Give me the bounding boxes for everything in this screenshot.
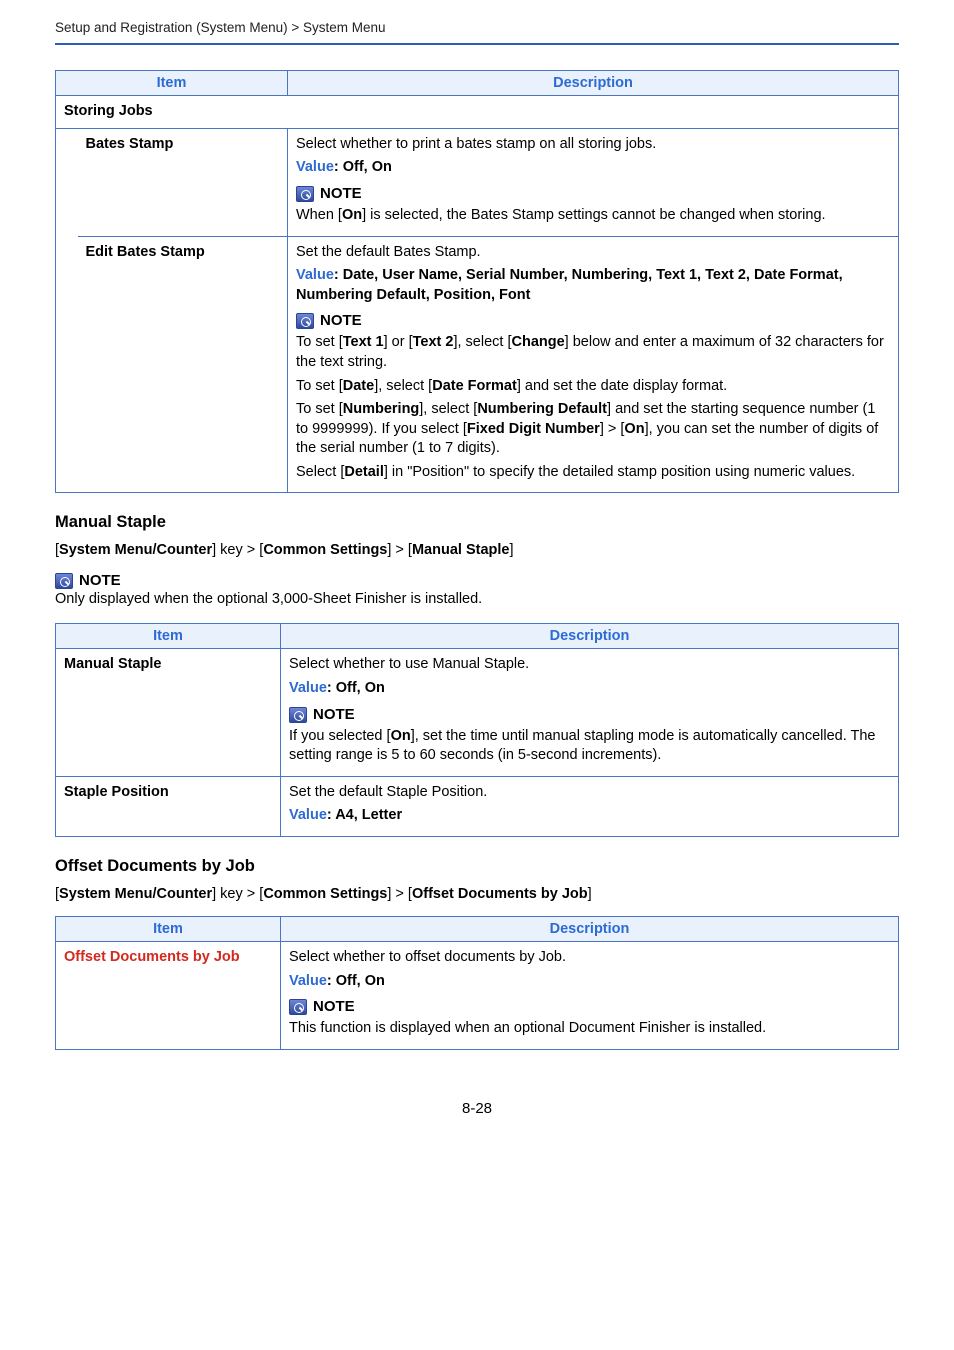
table-offset: Item Description Offset Documents by Job… — [55, 916, 899, 1050]
item-edit-bates-stamp: Edit Bates Stamp — [78, 236, 288, 493]
text: ] — [509, 542, 513, 558]
nav-path-manual-staple: [System Menu/Counter] key > [Common Sett… — [55, 542, 899, 558]
text: ] key > [ — [212, 886, 263, 902]
text-bold: Fixed Digit Number — [467, 421, 600, 437]
text-bold: Date Format — [432, 378, 517, 394]
col-header-item: Item — [56, 71, 288, 96]
desc-edit-bates-stamp: Set the default Bates Stamp. Value: Date… — [288, 236, 899, 493]
page-number: 8-28 — [55, 1070, 899, 1137]
value-label: Value — [289, 807, 327, 823]
note-icon — [55, 573, 73, 589]
value-text: : Off, On — [327, 680, 385, 696]
text: ], select [ — [453, 334, 511, 350]
value-label: Value — [296, 267, 334, 283]
text: This function is displayed when an optio… — [289, 1020, 766, 1036]
text: Set the default Bates Stamp. — [296, 244, 481, 260]
text-bold: Text 1 — [343, 334, 384, 350]
text: ] > [ — [387, 886, 412, 902]
text-bold: System Menu/Counter — [59, 886, 212, 902]
text: Select whether to offset documents by Jo… — [289, 949, 566, 965]
text: ] in "Position" to specify the detailed … — [384, 464, 855, 480]
value-text: : Date, User Name, Serial Number, Number… — [296, 267, 843, 303]
desc-staple-position: Set the default Staple Position. Value: … — [281, 776, 899, 836]
table-storing-jobs: Item Description Storing Jobs Bates Stam… — [55, 70, 899, 493]
text-bold: Manual Staple — [412, 542, 510, 558]
text-bold: On — [342, 207, 362, 223]
note-label: NOTE — [313, 997, 355, 1017]
breadcrumb: Setup and Registration (System Menu) > S… — [55, 20, 899, 45]
col-header-desc: Description — [281, 917, 899, 942]
text: To set [ — [296, 401, 343, 417]
col-header-item: Item — [56, 624, 281, 649]
item-manual-staple: Manual Staple — [56, 649, 281, 777]
text-bold: Detail — [344, 464, 384, 480]
note-label: NOTE — [313, 705, 355, 725]
value-text: : A4, Letter — [327, 807, 402, 823]
text-bold: On — [624, 421, 644, 437]
text: When [ — [296, 207, 342, 223]
note-icon — [289, 707, 307, 723]
text: ] and set the date display format. — [517, 378, 727, 394]
note-icon — [289, 999, 307, 1015]
section-title-offset: Offset Documents by Job — [55, 857, 899, 876]
text-bold: Offset Documents by Job — [412, 886, 588, 902]
desc-offset-documents: Select whether to offset documents by Jo… — [281, 942, 899, 1050]
text-bold: Change — [511, 334, 564, 350]
text-bold: On — [391, 728, 411, 744]
text: To set [ — [296, 378, 343, 394]
value-label: Value — [289, 973, 327, 989]
note-icon — [296, 186, 314, 202]
col-header-item: Item — [56, 917, 281, 942]
text: ] > [ — [600, 421, 625, 437]
text: To set [ — [296, 334, 343, 350]
text: Select whether to print a bates stamp on… — [296, 136, 656, 152]
text-bold: Numbering — [343, 401, 420, 417]
value-label: Value — [296, 159, 334, 175]
desc-bates-stamp: Select whether to print a bates stamp on… — [288, 128, 899, 236]
text: If you selected [ — [289, 728, 391, 744]
page-content: Setup and Registration (System Menu) > S… — [0, 0, 954, 1137]
text-bold: Numbering Default — [477, 401, 607, 417]
text: ] or [ — [384, 334, 413, 350]
section-title-manual-staple: Manual Staple — [55, 513, 899, 532]
value-text: : Off, On — [334, 159, 392, 175]
text: ], select [ — [419, 401, 477, 417]
table-manual-staple: Item Description Manual Staple Select wh… — [55, 623, 899, 837]
item-staple-position: Staple Position — [56, 776, 281, 836]
text: Select [ — [296, 464, 344, 480]
text: ], select [ — [374, 378, 432, 394]
indent-cell — [56, 128, 78, 493]
text: Select whether to use Manual Staple. — [289, 656, 529, 672]
note-icon — [296, 313, 314, 329]
desc-manual-staple: Select whether to use Manual Staple. Val… — [281, 649, 899, 777]
text-bold: Date — [343, 378, 374, 394]
text-bold: Common Settings — [263, 886, 387, 902]
note-label: NOTE — [79, 572, 121, 589]
note-label: NOTE — [320, 311, 362, 331]
note-text: Only displayed when the optional 3,000-S… — [55, 591, 899, 607]
text-bold: Common Settings — [263, 542, 387, 558]
nav-path-offset: [System Menu/Counter] key > [Common Sett… — [55, 886, 899, 902]
text-bold: Text 2 — [413, 334, 454, 350]
text: Set the default Staple Position. — [289, 784, 487, 800]
item-offset-documents: Offset Documents by Job — [56, 942, 281, 1050]
item-bates-stamp: Bates Stamp — [78, 128, 288, 236]
text: ] — [588, 886, 592, 902]
value-label: Value — [289, 680, 327, 696]
text-bold: System Menu/Counter — [59, 542, 212, 558]
text: ] key > [ — [212, 542, 263, 558]
note-label: NOTE — [320, 184, 362, 204]
col-header-desc: Description — [281, 624, 899, 649]
text: ] > [ — [387, 542, 412, 558]
group-storing-jobs: Storing Jobs — [56, 96, 899, 129]
value-text: : Off, On — [327, 973, 385, 989]
text: ] is selected, the Bates Stamp settings … — [362, 207, 825, 223]
col-header-desc: Description — [288, 71, 899, 96]
